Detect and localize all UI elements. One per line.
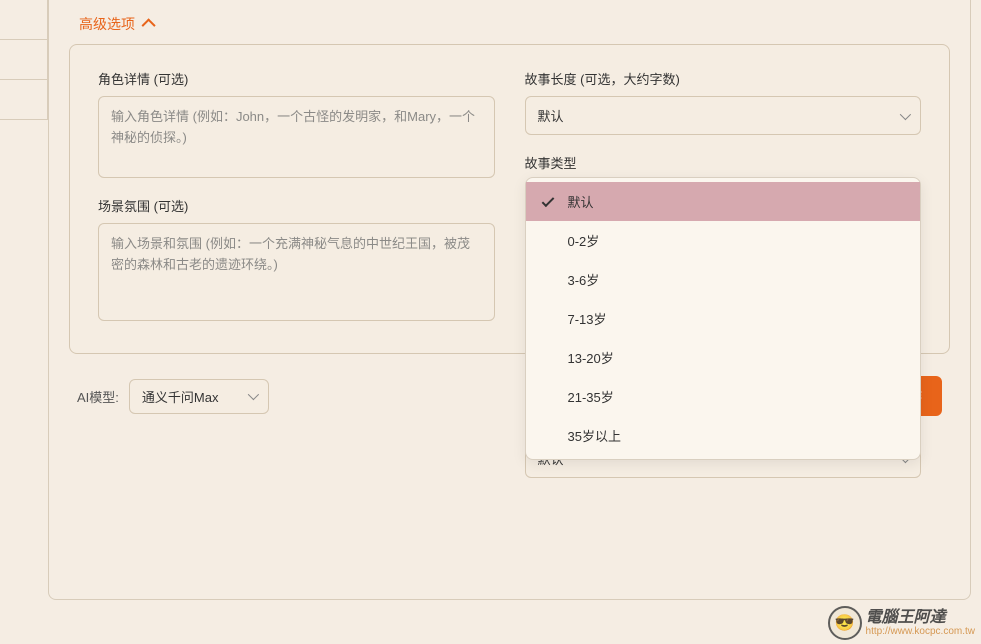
dropdown-option-label: 默认	[568, 195, 594, 210]
advanced-options-toggle[interactable]: 高级选项	[69, 0, 950, 44]
character-details-input[interactable]	[98, 96, 495, 178]
dropdown-option-age-21-35[interactable]: 21-35岁	[526, 377, 921, 416]
watermark-title: 電腦王阿達	[866, 609, 975, 627]
scene-label: 场景氛围 (可选)	[98, 196, 495, 215]
section-header-label: 高级选项	[79, 14, 135, 34]
dropdown-option-age-3-6[interactable]: 3-6岁	[526, 260, 921, 299]
story-type-dropdown[interactable]: 默认 0-2岁 3-6岁 7-13岁 13-20岁 21-35岁	[525, 177, 922, 460]
options-form: 角色详情 (可选) 场景氛围 (可选) 故事长度 (可选，大约字数) 默认 故事…	[69, 44, 950, 354]
ai-model-select[interactable]: 通义千问Max	[129, 379, 269, 414]
chevron-down-icon	[248, 389, 259, 400]
left-ruler	[0, 0, 48, 140]
ai-model-label: AI模型:	[77, 387, 119, 406]
dropdown-option-age-7-13[interactable]: 7-13岁	[526, 299, 921, 338]
character-details-field: 角色详情 (可选)	[98, 69, 495, 178]
ai-model-row: AI模型: 通义千问Max	[77, 379, 269, 414]
scene-atmosphere-field: 场景氛围 (可选)	[98, 196, 495, 321]
dropdown-option-label: 21-35岁	[568, 390, 614, 405]
story-length-field: 故事长度 (可选，大约字数) 默认	[525, 69, 922, 135]
dropdown-option-age-0-2[interactable]: 0-2岁	[526, 221, 921, 260]
chevron-up-icon	[142, 18, 156, 32]
character-label: 角色详情 (可选)	[98, 69, 495, 88]
dropdown-option-label: 3-6岁	[568, 273, 600, 288]
story-type-field: 故事类型	[525, 153, 922, 172]
story-length-label: 故事长度 (可选，大约字数)	[525, 69, 922, 88]
dropdown-option-label: 13-20岁	[568, 351, 614, 366]
ai-model-value: 通义千问Max	[142, 387, 219, 406]
scene-atmosphere-input[interactable]	[98, 223, 495, 321]
watermark-text: 電腦王阿達 http://www.kocpc.com.tw	[866, 609, 975, 638]
dropdown-option-label: 0-2岁	[568, 234, 600, 249]
dropdown-option-default[interactable]: 默认	[526, 182, 921, 221]
chevron-down-icon	[900, 108, 911, 119]
watermark-url: http://www.kocpc.com.tw	[866, 626, 975, 637]
story-type-label: 故事类型	[525, 153, 922, 172]
watermark-avatar-icon: 😎	[828, 606, 862, 640]
story-length-select[interactable]: 默认	[525, 96, 922, 135]
right-column: 故事长度 (可选，大约字数) 默认 故事类型 默认 0-2岁 3-6岁	[525, 69, 922, 321]
check-icon	[541, 194, 554, 207]
dropdown-option-age-13-20[interactable]: 13-20岁	[526, 338, 921, 377]
story-length-value: 默认	[538, 106, 564, 125]
dropdown-option-age-35-plus[interactable]: 35岁以上	[526, 416, 921, 455]
dropdown-option-label: 35岁以上	[568, 429, 621, 444]
dropdown-option-label: 7-13岁	[568, 312, 607, 327]
left-column: 角色详情 (可选) 场景氛围 (可选)	[98, 69, 495, 321]
advanced-options-panel: 高级选项 角色详情 (可选) 场景氛围 (可选) 故事长度 (可选，大约字数) …	[48, 0, 971, 600]
watermark: 😎 電腦王阿達 http://www.kocpc.com.tw	[828, 606, 975, 640]
